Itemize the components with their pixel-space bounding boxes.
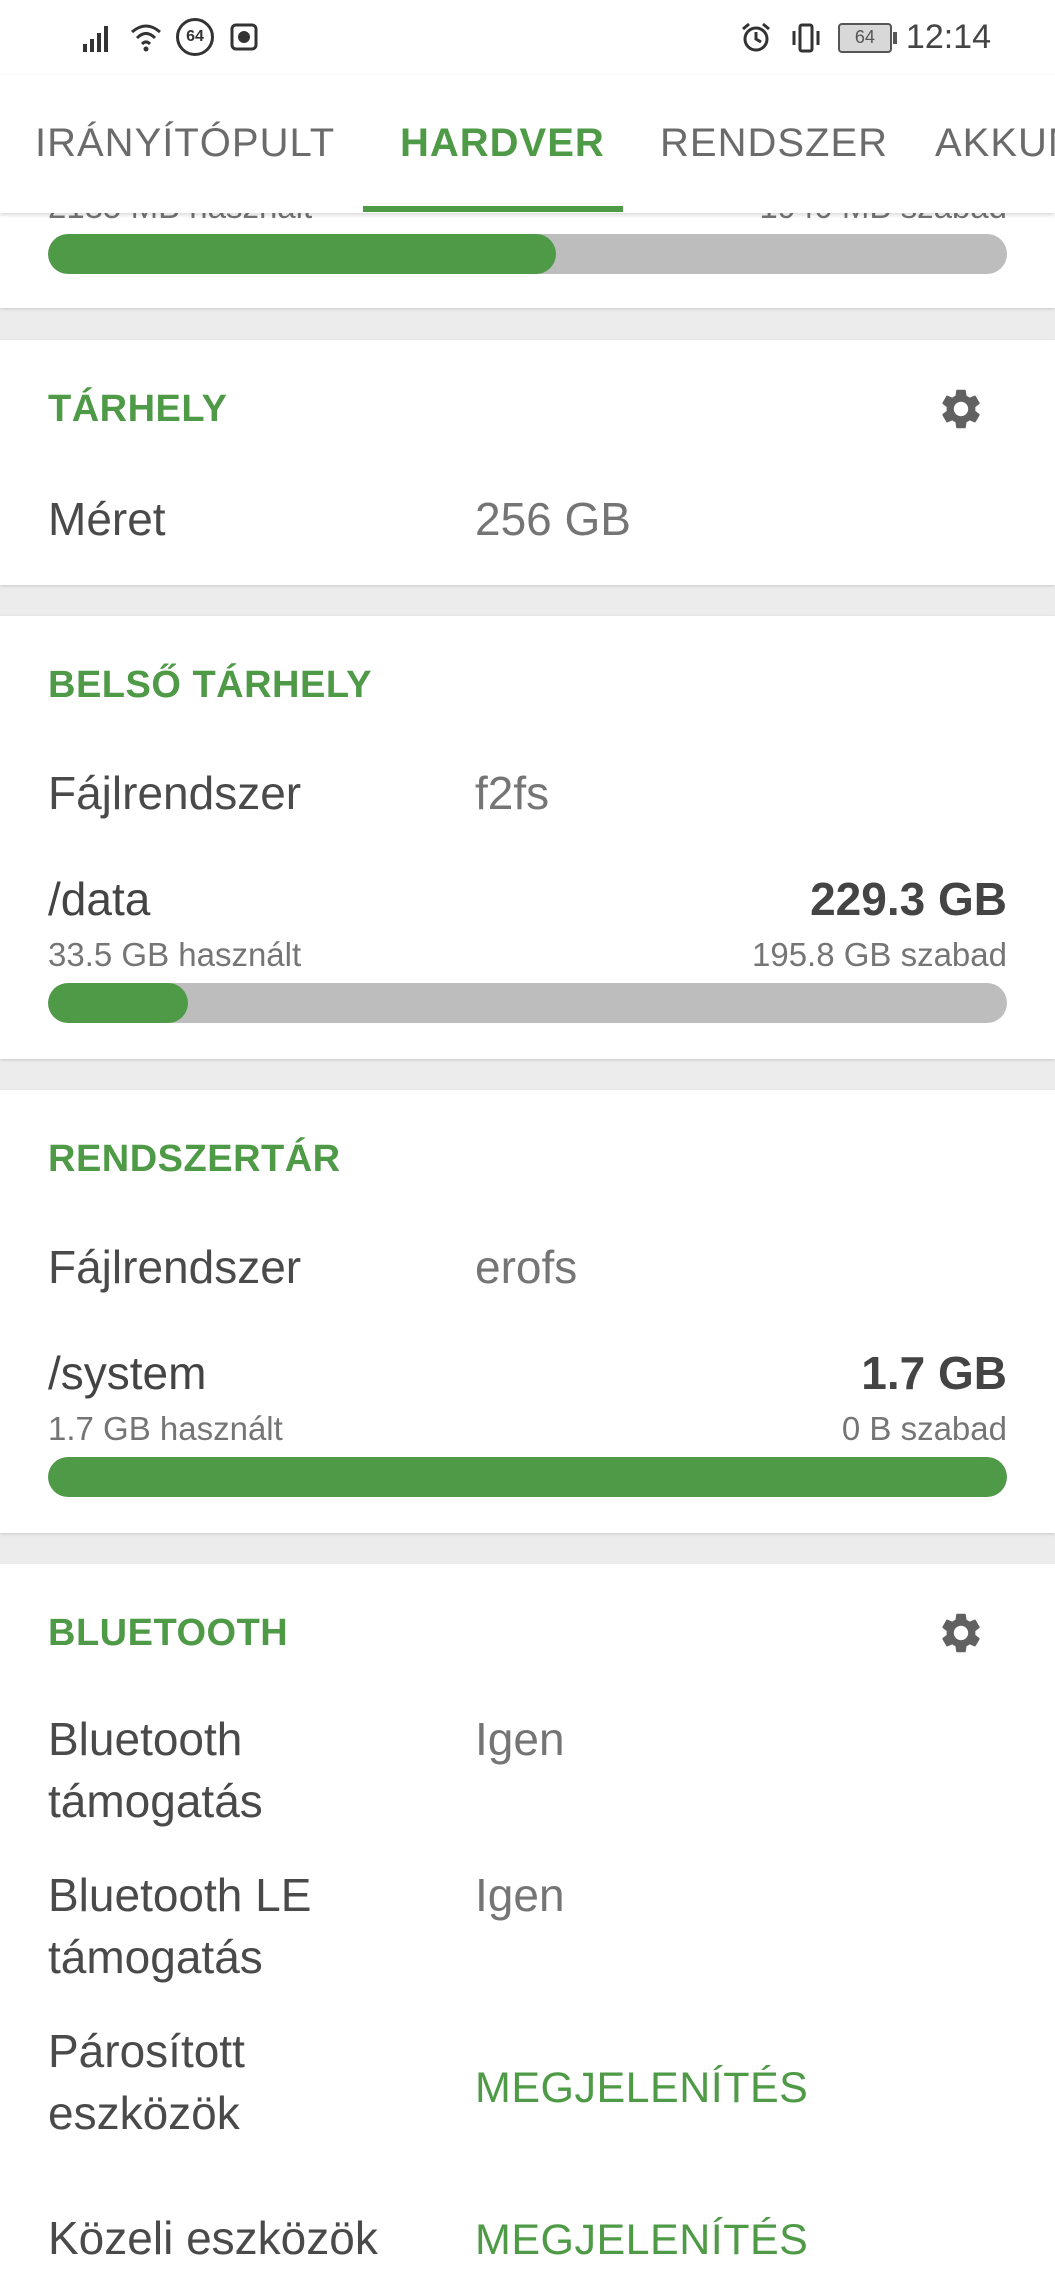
- internal-fs-label: Fájlrendszer: [48, 767, 302, 819]
- gear-icon[interactable]: [937, 385, 985, 433]
- system-usage-bar: [48, 1457, 1007, 1497]
- wifi-icon: [128, 19, 164, 55]
- tab-hardware[interactable]: HARDVER: [400, 121, 605, 166]
- bt-le-label: Bluetooth LE támogatás: [48, 1869, 312, 1983]
- data-mount-label: /data: [48, 873, 151, 925]
- tab-battery[interactable]: AKKUM: [935, 121, 1055, 166]
- system-total: 1.7 GB: [861, 1347, 1007, 1399]
- tab-dashboard[interactable]: IRÁNYÍTÓPULT: [35, 121, 335, 166]
- system-storage-card: RENDSZERTÁR Fájlrendszer erofs /system 1…: [0, 1090, 1055, 1533]
- size-value: 256 GB: [475, 493, 631, 545]
- system-storage-title: RENDSZERTÁR: [48, 1138, 341, 1180]
- data-usage-bar: [48, 983, 1007, 1023]
- bt-le-value: Igen: [475, 1869, 565, 1921]
- show-paired-devices-link[interactable]: MEGJELENÍTÉS: [475, 2064, 808, 2113]
- storage-title: TÁRHELY: [48, 388, 228, 430]
- status-bar: 64 64 12:14: [0, 0, 1055, 75]
- system-usage-fill: [48, 1457, 1007, 1497]
- signal-icon: [80, 19, 116, 55]
- storage-card: TÁRHELY Méret 256 GB: [0, 340, 1055, 585]
- internal-fs-value: f2fs: [475, 767, 550, 819]
- nearby-devices-label: Közeli eszközök: [48, 2212, 378, 2264]
- data-total: 229.3 GB: [810, 873, 1007, 925]
- tab-system[interactable]: RENDSZER: [660, 121, 888, 166]
- memory-usage-bar: [48, 234, 1007, 274]
- data-usage-fill: [48, 983, 188, 1023]
- system-fs-label: Fájlrendszer: [48, 1241, 302, 1293]
- internal-storage-title: BELSŐ TÁRHELY: [48, 664, 372, 706]
- gear-icon[interactable]: [937, 1609, 985, 1657]
- screenshot-icon: [226, 19, 262, 55]
- bluetooth-title: BLUETOOTH: [48, 1612, 289, 1654]
- memory-usage-fill: [48, 234, 557, 274]
- vibrate-icon: [788, 20, 824, 56]
- badge-64-icon: 64: [176, 18, 214, 56]
- show-nearby-devices-link[interactable]: MEGJELENÍTÉS: [475, 2216, 808, 2265]
- bt-support-value: Igen: [475, 1713, 565, 1765]
- system-mount-label: /system: [48, 1347, 207, 1399]
- paired-devices-label: Párosított eszközök: [48, 2025, 245, 2139]
- bt-support-label: Bluetooth támogatás: [48, 1713, 263, 1827]
- data-free: 195.8 GB szabad: [751, 936, 1007, 973]
- system-used: 1.7 GB használt: [48, 1410, 283, 1447]
- system-fs-value: erofs: [475, 1241, 578, 1293]
- alarm-icon: [738, 20, 774, 56]
- clock: 12:14: [905, 18, 991, 56]
- battery-icon: 64: [837, 22, 897, 53]
- data-used: 33.5 GB használt: [48, 936, 302, 973]
- size-label: Méret: [48, 493, 166, 545]
- active-tab-indicator: [363, 206, 623, 212]
- internal-storage-card: BELSŐ TÁRHELY Fájlrendszer f2fs /data 22…: [0, 616, 1055, 1059]
- system-free: 0 B szabad: [841, 1410, 1007, 1447]
- tab-bar: IRÁNYÍTÓPULT HARDVER RENDSZER AKKUM: [0, 75, 1055, 213]
- bluetooth-card: BLUETOOTH Bluetooth támogatás Igen Bluet…: [0, 1564, 1055, 2286]
